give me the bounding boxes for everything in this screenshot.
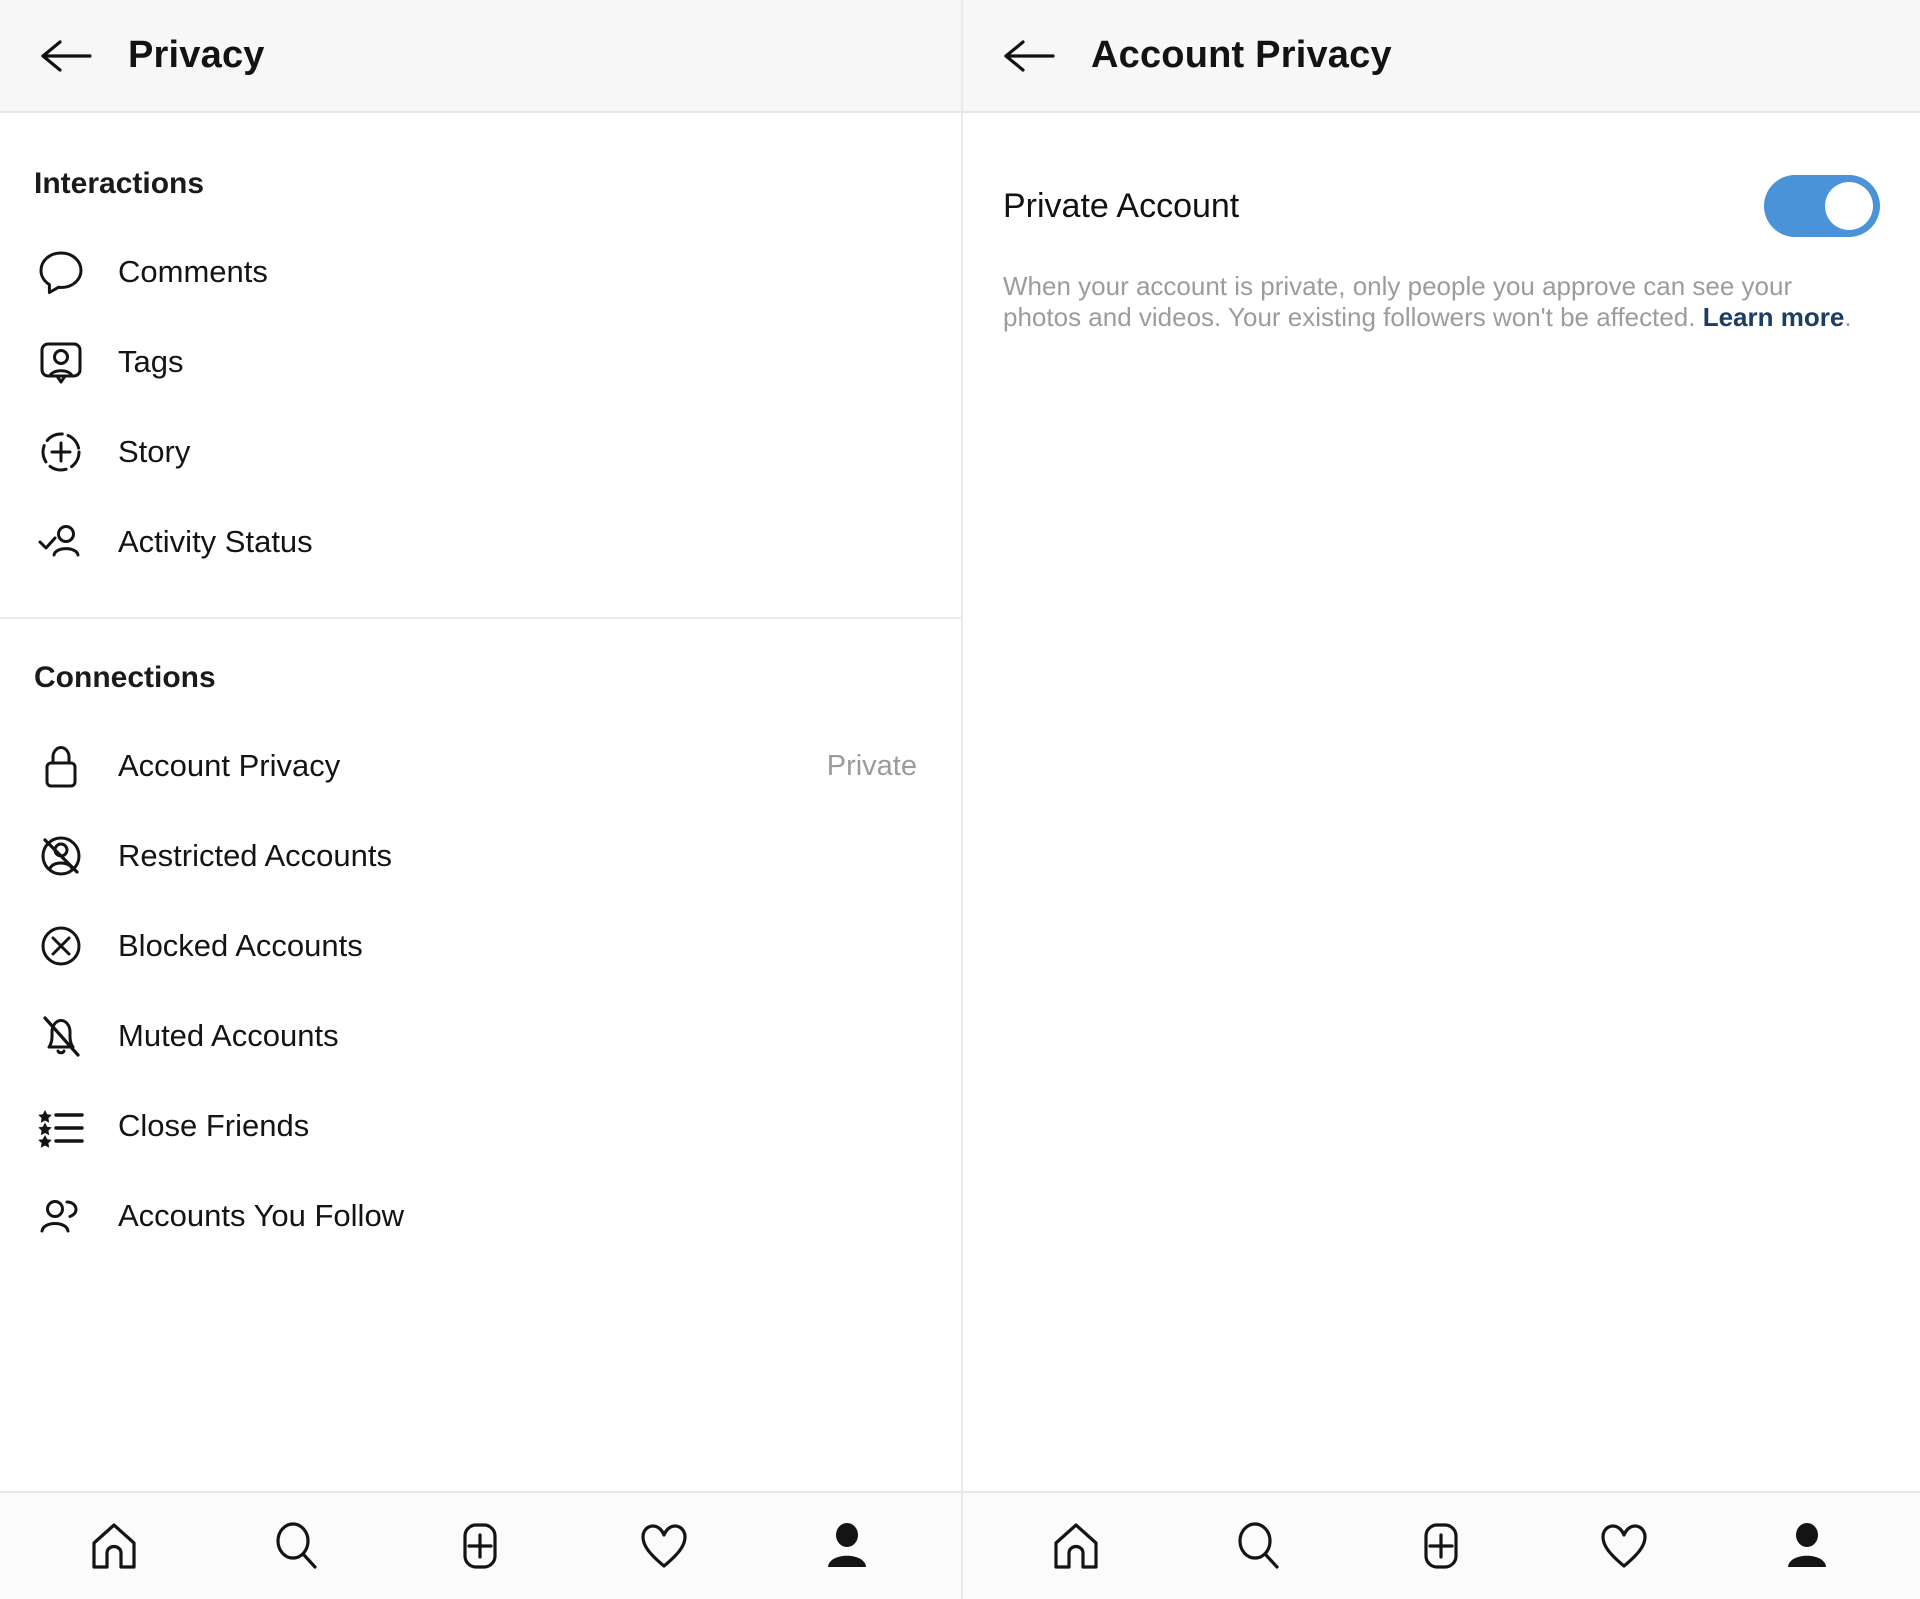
tag-person-icon xyxy=(34,335,88,389)
nav-add-post-button[interactable] xyxy=(1396,1501,1486,1591)
private-account-description: When your account is private, only peopl… xyxy=(963,271,1920,332)
back-button-privacy[interactable] xyxy=(34,25,96,87)
list-item-label: Close Friends xyxy=(118,1108,310,1143)
right-panel-header: Account Privacy xyxy=(963,0,1920,113)
list-item-label: Restricted Accounts xyxy=(118,838,392,873)
heart-activity-icon xyxy=(1595,1517,1653,1575)
home-icon xyxy=(85,1517,143,1575)
nav-search-button[interactable] xyxy=(252,1501,342,1591)
privacy-list-body: Interactions Comments Tags Story Activit… xyxy=(0,113,961,1491)
home-icon xyxy=(1047,1517,1105,1575)
bottom-navigation-right xyxy=(963,1491,1920,1599)
comment-bubble-icon xyxy=(34,245,88,299)
list-item-label: Accounts You Follow xyxy=(118,1198,405,1233)
list-item-account-privacy[interactable]: Account Privacy Private xyxy=(0,721,961,811)
section-interactions: Interactions Comments Tags Story Activit… xyxy=(0,113,961,587)
section-header-interactions: Interactions xyxy=(34,167,205,200)
list-item-label: Account Privacy xyxy=(118,748,341,783)
list-item-muted-accounts[interactable]: Muted Accounts xyxy=(0,991,961,1081)
nav-activity-button[interactable] xyxy=(1579,1501,1669,1591)
learn-more-link[interactable]: Learn more xyxy=(1703,302,1845,332)
private-account-label: Private Account xyxy=(1003,186,1240,225)
list-item-label: Blocked Accounts xyxy=(118,928,363,963)
list-item-close-friends[interactable]: Close Friends xyxy=(0,1081,961,1171)
list-item-label: Muted Accounts xyxy=(118,1018,339,1053)
accounts-you-follow-people-icon xyxy=(34,1189,88,1243)
close-friends-star-list-icon xyxy=(34,1099,88,1153)
list-item-activity-status[interactable]: Activity Status xyxy=(0,497,961,587)
nav-home-button[interactable] xyxy=(1031,1501,1121,1591)
activity-status-person-check-icon xyxy=(34,515,88,569)
nav-search-button[interactable] xyxy=(1214,1501,1304,1591)
account-privacy-panel: Account Privacy Private Account When you… xyxy=(961,0,1920,1599)
private-account-toggle[interactable] xyxy=(1764,175,1880,237)
story-plus-circle-icon xyxy=(34,425,88,479)
add-post-plus-icon xyxy=(1412,1517,1470,1575)
search-icon xyxy=(268,1517,326,1575)
section-header-connections: Connections xyxy=(34,661,216,694)
arrow-left-icon xyxy=(38,36,92,76)
nav-activity-button[interactable] xyxy=(619,1501,709,1591)
left-panel-header: Privacy xyxy=(0,0,961,113)
interactions-list: Comments Tags Story Activity Status xyxy=(0,227,961,587)
list-item-comments[interactable]: Comments xyxy=(0,227,961,317)
list-item-restricted-accounts[interactable]: Restricted Accounts xyxy=(0,811,961,901)
back-button-account-privacy[interactable] xyxy=(997,25,1059,87)
list-item-tags[interactable]: Tags xyxy=(0,317,961,407)
private-account-row[interactable]: Private Account xyxy=(963,163,1920,249)
nav-home-button[interactable] xyxy=(69,1501,159,1591)
toggle-knob xyxy=(1825,182,1873,230)
page-title-account-privacy: Account Privacy xyxy=(1091,34,1392,76)
connections-list: Account Privacy Private Restricted Accou… xyxy=(0,721,961,1261)
privacy-settings-panel: Privacy Interactions Comments Tags Story… xyxy=(0,0,961,1599)
search-icon xyxy=(1230,1517,1288,1575)
list-item-label: Comments xyxy=(118,254,268,289)
section-connections: Connections Account Privacy Private Rest… xyxy=(0,619,961,1261)
list-item-label: Activity Status xyxy=(118,524,313,559)
description-suffix: . xyxy=(1844,301,1852,332)
list-item-accounts-you-follow[interactable]: Accounts You Follow xyxy=(0,1171,961,1261)
restricted-account-icon xyxy=(34,829,88,883)
description-text: When your account is private, only peopl… xyxy=(1003,271,1793,332)
blocked-circle-x-icon xyxy=(34,919,88,973)
arrow-left-icon xyxy=(1001,36,1055,76)
nav-add-post-button[interactable] xyxy=(435,1501,525,1591)
profile-person-icon xyxy=(818,1517,876,1575)
add-post-plus-icon xyxy=(451,1517,509,1575)
list-item-label: Tags xyxy=(118,344,184,379)
account-privacy-body: Private Account When your account is pri… xyxy=(963,113,1920,1491)
nav-profile-button[interactable] xyxy=(1762,1501,1852,1591)
profile-person-icon xyxy=(1778,1517,1836,1575)
dual-panel-screenshot: Privacy Interactions Comments Tags Story… xyxy=(0,0,1920,1599)
muted-bell-slash-icon xyxy=(34,1009,88,1063)
account-privacy-value: Private xyxy=(826,749,917,782)
bottom-navigation-left xyxy=(0,1491,961,1599)
heart-activity-icon xyxy=(635,1517,693,1575)
list-item-label: Story xyxy=(118,434,191,469)
lock-icon xyxy=(34,739,88,793)
page-title-privacy: Privacy xyxy=(128,34,265,76)
nav-profile-button[interactable] xyxy=(802,1501,892,1591)
list-item-blocked-accounts[interactable]: Blocked Accounts xyxy=(0,901,961,991)
list-item-story[interactable]: Story xyxy=(0,407,961,497)
